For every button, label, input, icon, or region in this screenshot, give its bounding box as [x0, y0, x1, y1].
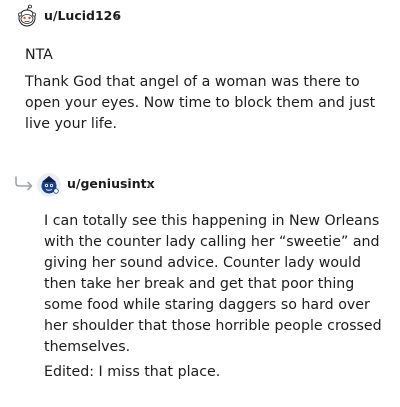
custom-avatar-icon	[37, 173, 61, 197]
comment-paragraph: Thank God that angel of a woman was ther…	[25, 74, 376, 132]
snoo-avatar-icon	[18, 4, 36, 27]
comment-paragraph: Edited: I miss that place.	[44, 364, 221, 380]
avatar[interactable]	[16, 4, 38, 28]
separator-dot	[148, 184, 151, 187]
comment-paragraph: I can totally see this happening in New …	[44, 213, 382, 355]
username[interactable]: u/geniusintx	[67, 176, 155, 191]
comment-body: NTA Thank God that angel of a woman was …	[25, 45, 385, 135]
username[interactable]: u/Lucid126	[44, 8, 121, 23]
avatar[interactable]	[37, 173, 61, 197]
separator-dot	[115, 16, 118, 19]
comment-paragraph: NTA	[25, 47, 53, 63]
comment-body: I can totally see this happening in New …	[44, 211, 390, 383]
reply-arrow-icon	[15, 176, 33, 191]
